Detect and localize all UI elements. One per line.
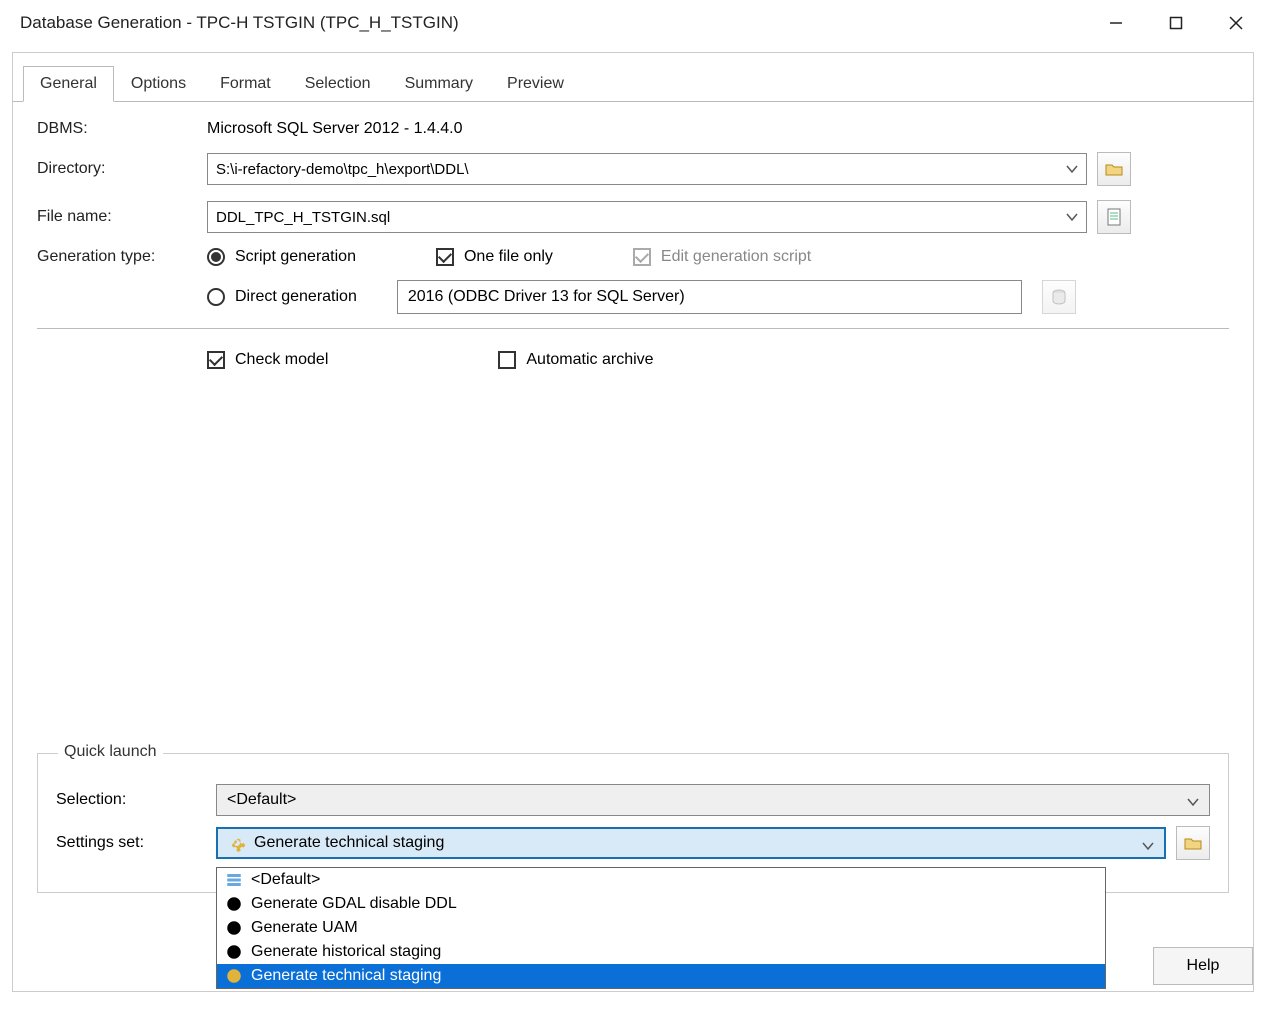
view-file-button[interactable] xyxy=(1097,200,1131,234)
filename-label: File name: xyxy=(37,208,207,226)
ql-selection-combo[interactable]: <Default> xyxy=(216,784,1210,816)
browse-directory-button[interactable] xyxy=(1097,152,1131,186)
close-button[interactable] xyxy=(1206,0,1266,46)
dropdown-option-historical[interactable]: Generate historical staging xyxy=(217,940,1105,964)
direct-generation-radio[interactable]: Direct generation xyxy=(207,288,357,306)
filename-value: DDL_TPC_H_TSTGIN.sql xyxy=(216,209,390,226)
gear-icon xyxy=(225,895,243,913)
automatic-archive-label: Automatic archive xyxy=(526,351,653,369)
gear-icon xyxy=(228,834,246,852)
minimize-icon xyxy=(1109,16,1123,30)
dropdown-option-label: Generate UAM xyxy=(251,919,358,937)
maximize-icon xyxy=(1169,16,1183,30)
edit-generation-script-label: Edit generation script xyxy=(661,248,811,266)
gear-icon xyxy=(225,967,243,985)
tab-options[interactable]: Options xyxy=(114,66,203,102)
dropdown-option-label: Generate historical staging xyxy=(251,943,441,961)
ql-settings-combo[interactable]: Generate technical staging xyxy=(216,827,1166,859)
radio-icon xyxy=(207,248,225,266)
odbc-driver-value: 2016 (ODBC Driver 13 for SQL Server) xyxy=(408,288,685,306)
chevron-down-icon xyxy=(1066,210,1078,227)
quick-launch-legend: Quick launch xyxy=(58,743,163,761)
gentype-label: Generation type: xyxy=(37,248,207,266)
dropdown-option-default[interactable]: <Default> xyxy=(217,868,1105,892)
dropdown-option-label: <Default> xyxy=(251,871,320,889)
dropdown-option-technical[interactable]: Generate technical staging xyxy=(217,964,1105,988)
check-model-checkbox[interactable]: Check model xyxy=(207,351,328,369)
odbc-config-button xyxy=(1042,280,1076,314)
tab-selection[interactable]: Selection xyxy=(288,66,388,102)
tab-general[interactable]: General xyxy=(23,66,114,102)
checkbox-icon xyxy=(207,351,225,369)
one-file-only-checkbox[interactable]: One file only xyxy=(436,248,553,266)
script-generation-label: Script generation xyxy=(235,248,356,266)
dropdown-option-label: Generate technical staging xyxy=(251,967,441,985)
tab-strip: General Options Format Selection Summary… xyxy=(13,53,1253,102)
script-generation-radio[interactable]: Script generation xyxy=(207,248,356,266)
edit-generation-script-checkbox: Edit generation script xyxy=(633,248,811,266)
chevron-down-icon xyxy=(1142,839,1154,857)
folder-icon xyxy=(1184,835,1202,851)
gear-icon xyxy=(225,919,243,937)
checkbox-icon xyxy=(633,248,651,266)
tab-format[interactable]: Format xyxy=(203,66,288,102)
close-icon xyxy=(1228,15,1244,31)
chevron-down-icon xyxy=(1187,795,1199,813)
check-model-label: Check model xyxy=(235,351,328,369)
dialog-body: General Options Format Selection Summary… xyxy=(12,52,1254,992)
dbms-label: DBMS: xyxy=(37,120,207,138)
dropdown-option-gdal[interactable]: Generate GDAL disable DDL xyxy=(217,892,1105,916)
chevron-down-icon xyxy=(1066,162,1078,179)
title-bar: Database Generation - TPC-H TSTGIN (TPC_… xyxy=(0,0,1266,46)
minimize-button[interactable] xyxy=(1086,0,1146,46)
window-title: Database Generation - TPC-H TSTGIN (TPC_… xyxy=(20,13,1086,33)
separator xyxy=(37,328,1229,329)
ql-settings-label: Settings set: xyxy=(56,834,216,852)
folder-icon xyxy=(1105,161,1123,177)
odbc-driver-field[interactable]: 2016 (ODBC Driver 13 for SQL Server) xyxy=(397,280,1022,314)
browse-settings-button[interactable] xyxy=(1176,826,1210,860)
dropdown-option-uam[interactable]: Generate UAM xyxy=(217,916,1105,940)
maximize-button[interactable] xyxy=(1146,0,1206,46)
ql-selection-value: <Default> xyxy=(227,791,296,809)
dropdown-option-label: Generate GDAL disable DDL xyxy=(251,895,457,913)
filename-combo[interactable]: DDL_TPC_H_TSTGIN.sql xyxy=(207,201,1087,233)
tab-content-general: DBMS: Microsoft SQL Server 2012 - 1.4.4.… xyxy=(13,102,1253,369)
checkbox-icon xyxy=(436,248,454,266)
checkbox-icon xyxy=(498,351,516,369)
radio-icon xyxy=(207,288,225,306)
directory-combo[interactable]: S:\i-refactory-demo\tpc_h\export\DDL\ xyxy=(207,153,1087,185)
direct-generation-label: Direct generation xyxy=(235,288,357,306)
help-button-label: Help xyxy=(1187,957,1220,975)
help-button[interactable]: Help xyxy=(1153,947,1253,985)
directory-value: S:\i-refactory-demo\tpc_h\export\DDL\ xyxy=(216,161,469,178)
tab-summary[interactable]: Summary xyxy=(388,66,490,102)
database-icon xyxy=(1051,289,1067,305)
ql-selection-label: Selection: xyxy=(56,791,216,809)
one-file-only-label: One file only xyxy=(464,248,553,266)
list-icon xyxy=(225,871,243,889)
ql-settings-value: Generate technical staging xyxy=(254,834,444,852)
directory-label: Directory: xyxy=(37,160,207,178)
tab-preview[interactable]: Preview xyxy=(490,66,581,102)
file-icon xyxy=(1106,208,1122,226)
gear-icon xyxy=(225,943,243,961)
automatic-archive-checkbox[interactable]: Automatic archive xyxy=(498,351,653,369)
window-buttons xyxy=(1086,0,1266,46)
dbms-value: Microsoft SQL Server 2012 - 1.4.4.0 xyxy=(207,120,463,138)
settings-dropdown-list: <Default> Generate GDAL disable DDL Gene… xyxy=(216,867,1106,989)
